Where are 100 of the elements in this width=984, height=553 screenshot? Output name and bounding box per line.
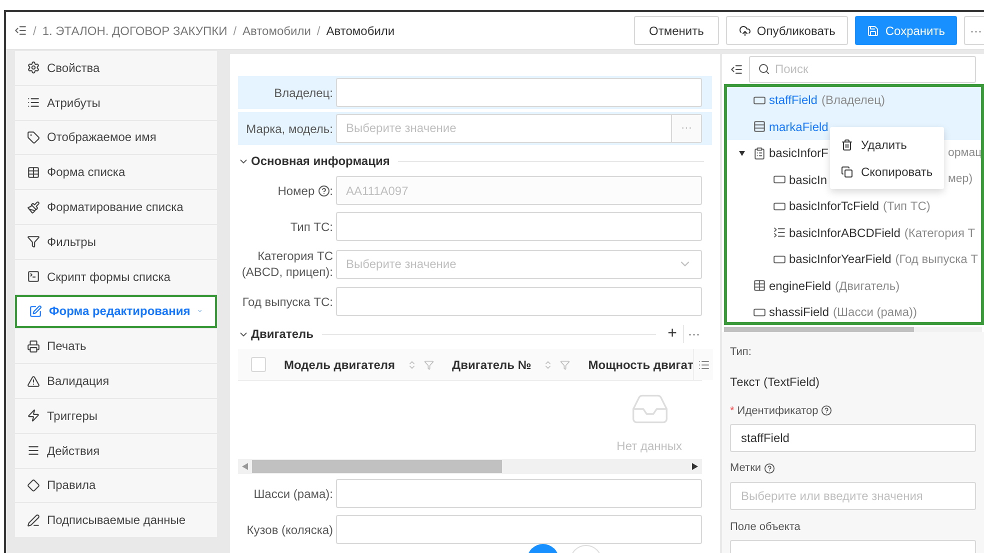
placeholder: Поиск xyxy=(775,61,808,78)
menu-item[interactable]: Удалить xyxy=(830,131,944,158)
trash-icon xyxy=(841,138,853,150)
scroll-left-icon[interactable] xyxy=(242,463,248,470)
help-icon xyxy=(821,405,832,416)
text-field[interactable] xyxy=(336,479,702,508)
sidebar-label: Отображаемое имя xyxy=(47,129,156,146)
field-name[interactable]: markaField xyxy=(769,118,828,136)
sidebar-item[interactable]: Свойства xyxy=(15,51,217,85)
diamond-icon xyxy=(27,478,40,492)
breadcrumb: Автомобили xyxy=(326,22,395,40)
empty-text: Нет данных xyxy=(616,438,682,455)
select-all-checkbox[interactable] xyxy=(251,357,266,372)
select-icon xyxy=(773,226,786,240)
more-button[interactable]: ··· xyxy=(964,16,984,45)
sidebar-item[interactable]: Форматирование списка xyxy=(15,190,217,224)
placeholder: Выберите значение xyxy=(345,120,458,137)
column-settings-button[interactable] xyxy=(693,349,714,380)
sidebar-item[interactable]: Валидация xyxy=(15,364,217,398)
breadcrumb[interactable]: Автомобили xyxy=(242,22,311,40)
section-title: Двигатель xyxy=(251,326,314,343)
menu-label: Скопировать xyxy=(861,164,933,180)
text-field[interactable] xyxy=(336,212,702,241)
more-button[interactable]: ··· xyxy=(683,325,704,343)
menu-icon xyxy=(27,444,40,458)
sidebar-item[interactable]: Действия xyxy=(15,434,217,468)
menu-label: Удалить xyxy=(861,136,907,154)
publish-button[interactable]: Опубликовать xyxy=(726,16,848,45)
field-caption: ормац xyxy=(948,146,981,161)
sidebar-label: Подписываемые данные xyxy=(47,512,186,530)
field-caption: (Двигатель) xyxy=(835,278,900,295)
tag-icon xyxy=(27,130,40,144)
sidebar-item[interactable]: Форма списка xyxy=(15,155,217,190)
bolt-icon xyxy=(27,409,40,422)
label-colon: : xyxy=(330,182,333,200)
field-label: Номер xyxy=(278,182,315,198)
required-mark: * xyxy=(730,404,734,418)
sidebar-item[interactable]: Атрибуты xyxy=(15,86,217,120)
placeholder: Выберите значение xyxy=(346,256,458,273)
add-button[interactable]: + xyxy=(664,326,681,342)
field-caption: (Шасси (рама)) xyxy=(833,304,917,322)
field-caption: (Год выпуска Т xyxy=(895,251,978,268)
sidebar-label: Скрипт формы списка xyxy=(47,268,170,286)
text-field[interactable] xyxy=(336,287,702,316)
scrollbar[interactable] xyxy=(724,327,982,332)
pen-icon xyxy=(27,514,40,527)
sort-icon[interactable] xyxy=(543,360,554,370)
column-header: Двигатель № xyxy=(452,356,532,374)
cancel-button[interactable]: Отменить xyxy=(634,16,719,45)
sidebar-label: Валидация xyxy=(47,373,110,390)
caret-icon[interactable] xyxy=(739,150,745,157)
search-icon xyxy=(758,63,770,75)
sidebar-item[interactable]: Форма редактирования xyxy=(15,294,217,328)
breadcrumb[interactable]: 1. ЭТАЛОН. ДОГОВОР ЗАКУПКИ xyxy=(42,22,228,40)
filter-icon[interactable] xyxy=(560,360,570,370)
field-name[interactable]: basicInforABCDField xyxy=(789,224,900,242)
property-label: Поле объекта xyxy=(730,520,802,534)
text-field[interactable] xyxy=(336,78,702,107)
table-icon xyxy=(27,166,40,179)
identifier-field[interactable]: staffField xyxy=(730,424,976,452)
list-icon xyxy=(27,96,40,110)
sidebar-label: Свойства xyxy=(47,60,100,77)
sidebar-label: Форма списка xyxy=(47,164,126,182)
collapse-icon[interactable] xyxy=(14,24,27,37)
horizontal-scrollbar[interactable] xyxy=(238,459,702,474)
input-icon xyxy=(773,200,786,213)
sidebar-item[interactable]: Скрипт формы списка xyxy=(15,260,217,294)
table-icon xyxy=(753,279,766,292)
input-icon xyxy=(753,306,766,319)
clipboard-icon xyxy=(753,146,766,160)
field-name[interactable]: shassiField xyxy=(769,303,830,322)
field-label: Шасси (рама): xyxy=(254,486,333,502)
sidebar-item[interactable]: Отображаемое имя xyxy=(15,120,217,154)
filter-icon[interactable] xyxy=(424,360,434,370)
sidebar-item[interactable]: Подписываемые данные xyxy=(15,503,217,538)
collapse-icon[interactable] xyxy=(730,62,743,76)
field-caption: (Категория Т xyxy=(904,224,976,242)
field-name[interactable]: engineField xyxy=(769,276,832,295)
field-name[interactable]: basicInforYearField xyxy=(789,250,892,268)
sidebar-item[interactable]: Фильтры xyxy=(15,224,217,259)
help-icon xyxy=(764,462,776,474)
upload-icon xyxy=(738,24,751,36)
field-name[interactable]: staffField xyxy=(769,91,818,110)
field-name[interactable]: basicIn xyxy=(789,170,828,189)
field-label: Кузов (коляска) xyxy=(246,522,333,538)
field-label: Марка, модель: xyxy=(246,120,333,136)
sort-icon[interactable] xyxy=(407,360,418,370)
menu-item[interactable]: Скопировать xyxy=(830,158,944,185)
scroll-right-icon[interactable] xyxy=(692,463,698,470)
sidebar-item[interactable]: Печать xyxy=(15,329,217,364)
edit-icon xyxy=(29,304,42,318)
field-name[interactable]: basicInforF xyxy=(769,144,828,162)
field-name[interactable]: basicInforTcField xyxy=(789,197,880,216)
sidebar-item[interactable]: Триггеры xyxy=(15,398,217,433)
sidebar-item[interactable]: Правила xyxy=(15,468,217,502)
brush-icon xyxy=(27,200,40,214)
sidebar-label: Фильтры xyxy=(47,234,96,251)
text-field[interactable] xyxy=(336,515,702,544)
property-value: Текст (TextField) xyxy=(730,374,821,390)
field-label: Категория ТС (ABCD, прицеп): xyxy=(240,248,333,280)
